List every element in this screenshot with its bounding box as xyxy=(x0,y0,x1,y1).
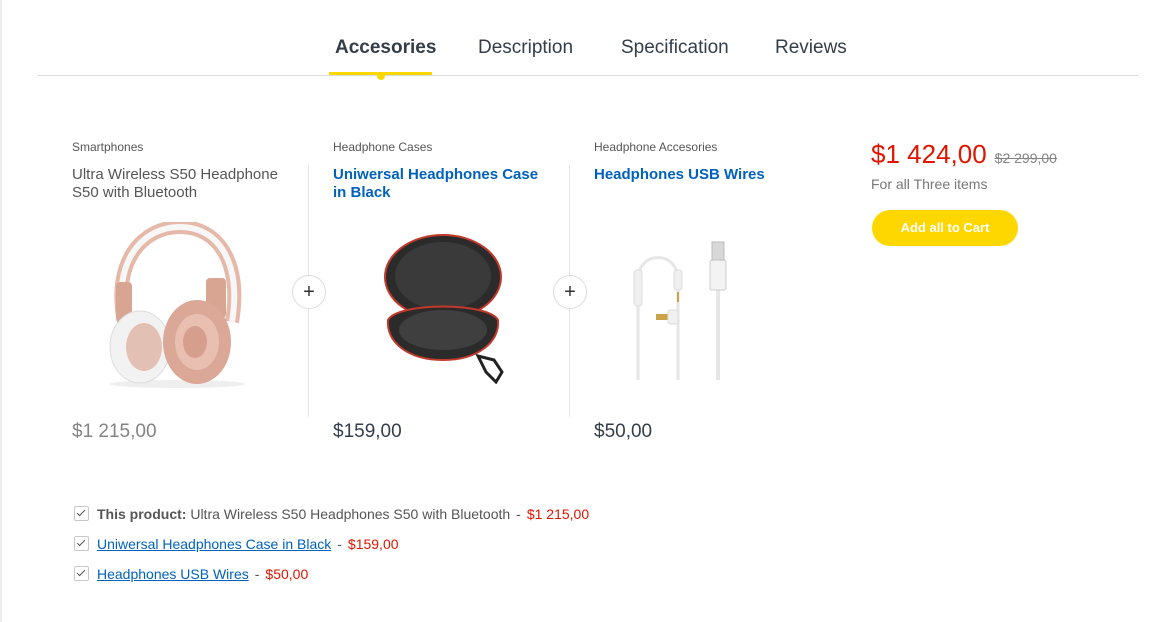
item-price: $50,00 xyxy=(265,566,309,582)
checklist-item: This product: Ultra Wireless S50 Headpho… xyxy=(74,506,589,522)
tab-reviews[interactable]: Reviews xyxy=(775,37,847,59)
separator: - xyxy=(254,566,260,582)
separator: - xyxy=(516,506,521,522)
rose-gold-headphones-image[interactable] xyxy=(102,222,252,390)
checklist-item: Uniwersal Headphones Case in Black - $159,… xyxy=(74,536,399,552)
product-name[interactable]: Ultra Wireless S50 Headphone S50 with Bl… xyxy=(72,166,292,202)
item-price: $159,00 xyxy=(347,536,399,552)
item-price: $1 215,00 xyxy=(526,506,590,522)
item-name: Ultra Wireless S50 Headphones S50 with B… xyxy=(190,506,511,522)
this-product-label: This product: xyxy=(97,506,187,522)
product-category: Smartphones xyxy=(72,140,144,154)
product-category: Headphone Accesories xyxy=(594,140,718,154)
left-border xyxy=(0,0,2,622)
usb-wires-image[interactable] xyxy=(628,240,732,385)
checklist-item: Headphones USB Wires - $50,00 xyxy=(74,566,308,582)
product-card-wires: Headphone Accesories Headphones USB Wire… xyxy=(594,140,814,184)
checkbox-icon[interactable] xyxy=(74,536,89,551)
bundle-total: $1 424,00 $2 299,00 xyxy=(871,139,1057,170)
item-link[interactable]: Headphones USB Wires xyxy=(97,566,249,582)
product-name-link[interactable]: Uniwersal Headphones Case in Black xyxy=(333,166,553,202)
item-link[interactable]: Uniwersal Headphones Case in Black xyxy=(97,536,331,552)
headphones-case-image[interactable] xyxy=(378,232,508,384)
plus-icon: + xyxy=(553,275,587,309)
checkbox-icon[interactable] xyxy=(74,566,89,581)
product-tabs: Accesories Description Specification Rev… xyxy=(38,0,1138,80)
tab-description[interactable]: Description xyxy=(478,37,573,59)
add-all-to-cart-button[interactable]: Add all to Cart xyxy=(872,210,1018,246)
product-price: $159,00 xyxy=(333,421,402,442)
tab-accessories[interactable]: Accesories xyxy=(335,37,436,59)
checkbox-icon[interactable] xyxy=(74,506,89,521)
plus-icon: + xyxy=(292,275,326,309)
product-price: $1 215,00 xyxy=(72,421,157,442)
product-category: Headphone Cases xyxy=(333,140,433,154)
product-card-case: Headphone Cases Uniwersal Headphones Cas… xyxy=(333,140,553,202)
product-name-link[interactable]: Headphones USB Wires xyxy=(594,166,814,184)
active-tab-dot xyxy=(377,72,385,80)
total-price: $1 424,00 xyxy=(871,139,987,169)
tab-specification[interactable]: Specification xyxy=(621,37,729,59)
product-card-headphones: Smartphones Ultra Wireless S50 Headphone… xyxy=(72,140,292,202)
old-price: $2 299,00 xyxy=(994,150,1057,166)
separator: - xyxy=(337,536,342,552)
total-note: For all Three items xyxy=(871,176,988,192)
product-price: $50,00 xyxy=(594,421,653,442)
